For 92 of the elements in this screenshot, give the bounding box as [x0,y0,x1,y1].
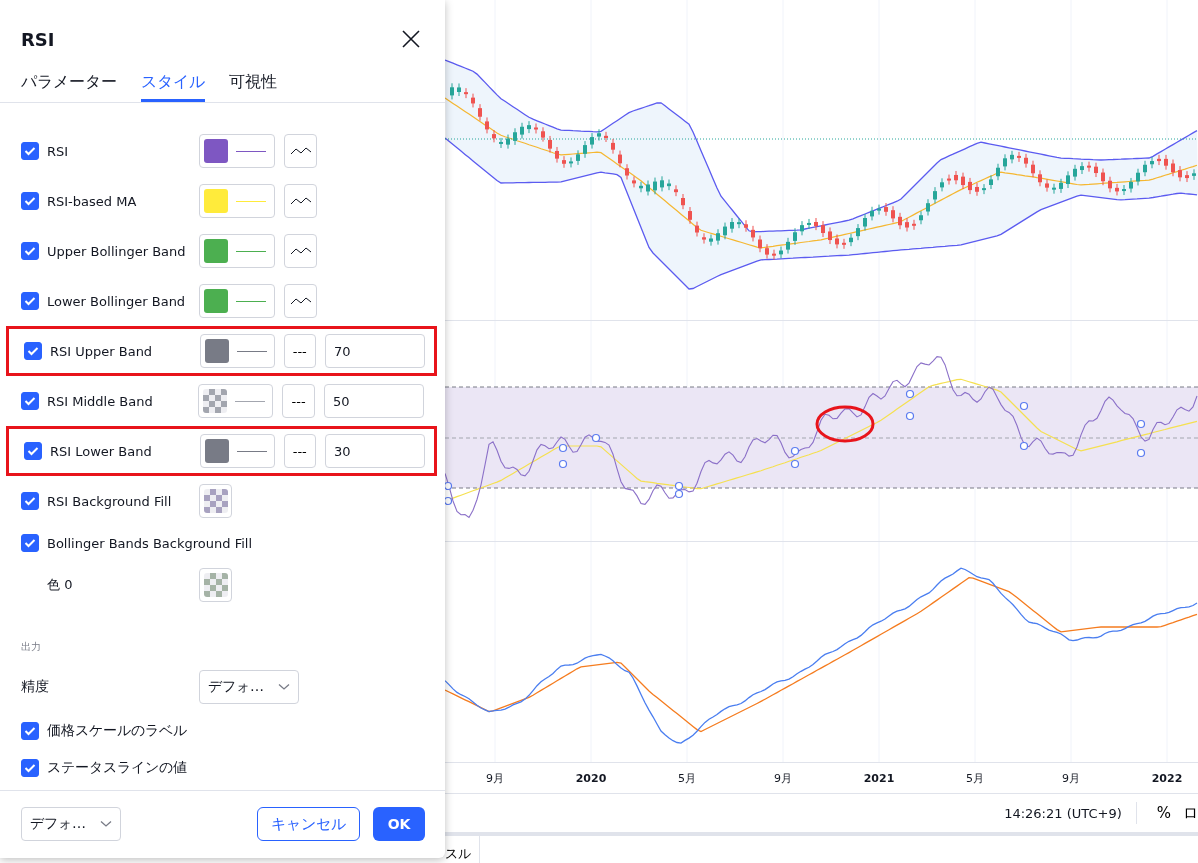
ok-button[interactable]: OK [373,807,425,841]
check-icon [24,246,36,256]
dialog-tab[interactable]: 可視性 [229,70,277,102]
section-label: 出力 [20,640,42,654]
time-axis-label: 9月 [485,770,505,786]
check-icon [27,446,39,456]
row-label: RSI [47,143,70,159]
time-axis-label: 5月 [965,770,985,786]
wave-icon [289,145,312,157]
check-icon [24,725,36,736]
dash-style-button[interactable]: --- [283,334,316,368]
row-label: RSI Background Fill [47,493,173,509]
check-icon [24,196,36,206]
wave-icon [289,195,312,207]
color-line-button[interactable] [199,234,275,268]
check-icon [24,496,36,506]
checkbox[interactable] [21,392,39,410]
precision-dropdown[interactable]: デフォ… [199,670,299,704]
row-label: ステータスラインの値 [47,758,187,777]
chevron-icon [278,683,290,691]
wave-icon [289,245,312,257]
marker-dot [1019,441,1029,451]
row-label: 色 0 [47,576,74,594]
marker-dot [591,433,601,443]
dialog-tab[interactable]: パラメーター [21,70,117,102]
percent-toggle[interactable]: % [1150,804,1177,822]
template-dropdown[interactable]: デフォ… [21,807,121,841]
time-axis-label: 9月 [773,770,793,786]
time-axis-label: 2022 [1150,771,1184,785]
checkbox[interactable] [21,192,39,210]
check-icon [24,296,36,306]
value-field[interactable]: 70 [325,334,425,368]
check-icon [27,346,39,356]
check-icon [24,762,36,773]
time-axis-label: 2021 [862,771,896,785]
value-field[interactable]: 30 [325,434,425,468]
time-readout: 14:26:21 (UTC+9) [1004,805,1122,821]
checkbox[interactable] [21,292,39,310]
row-label: 精度 [21,678,50,696]
value-field[interactable]: 50 [324,384,424,418]
marker-dot [558,459,568,469]
marker-dot [674,489,684,499]
checkbox[interactable] [21,242,39,260]
dialog-tab[interactable]: スタイル [141,70,205,102]
dash-style-button[interactable]: --- [282,384,315,418]
marker-dot [674,481,684,491]
checkbox[interactable] [21,142,39,160]
checkbox[interactable] [24,342,42,360]
row-label: RSI Middle Band [47,393,154,409]
marker-dot [905,411,915,421]
row-label: 価格スケールのラベル [47,721,187,740]
row-label: RSI-based MA [47,193,138,209]
color-line-button[interactable] [199,184,275,218]
check-icon [24,538,36,548]
fill-color-button[interactable] [199,568,232,602]
checkbox[interactable] [24,442,42,460]
check-icon [24,146,36,156]
checkbox[interactable] [21,758,39,777]
dialog-title: RSI [21,28,55,50]
checkbox[interactable] [21,534,39,552]
close-icon[interactable] [402,30,420,48]
color-line-button[interactable] [199,134,275,168]
log-toggle[interactable]: ロ [1177,803,1198,823]
wave-icon [289,295,312,307]
row-label: Lower Bollinger Band [47,293,187,309]
color-line-button[interactable] [199,434,275,468]
marker-dot [558,443,568,453]
row-label: RSI Upper Band [50,343,154,359]
highlight-ellipse [814,404,876,444]
chevron-icon [100,820,112,828]
marker-dot [790,446,800,456]
row-label: RSI Lower Band [50,443,153,459]
row-label: Upper Bollinger Band [47,243,187,259]
bottom-tab[interactable]: スル [445,836,480,863]
marker-dot [1136,419,1146,429]
row-label: Bollinger Bands Background Fill [47,535,252,551]
time-axis-label: 2020 [574,771,608,785]
fill-color-button[interactable] [199,484,232,518]
color-line-button[interactable] [199,334,275,368]
color-line-button[interactable] [199,284,275,318]
time-axis-label: 5月 [677,770,697,786]
checkbox[interactable] [21,492,39,510]
dash-style-button[interactable]: --- [283,434,316,468]
cancel-button[interactable]: キャンセル [257,807,360,841]
checkbox[interactable] [21,721,39,740]
time-axis-label: 9月 [1061,770,1081,786]
check-icon [24,396,36,406]
marker-dot [790,459,800,469]
color-line-button[interactable] [197,384,274,418]
marker-dot [1136,448,1146,458]
marker-dot [905,389,915,399]
marker-dot [1019,401,1029,411]
